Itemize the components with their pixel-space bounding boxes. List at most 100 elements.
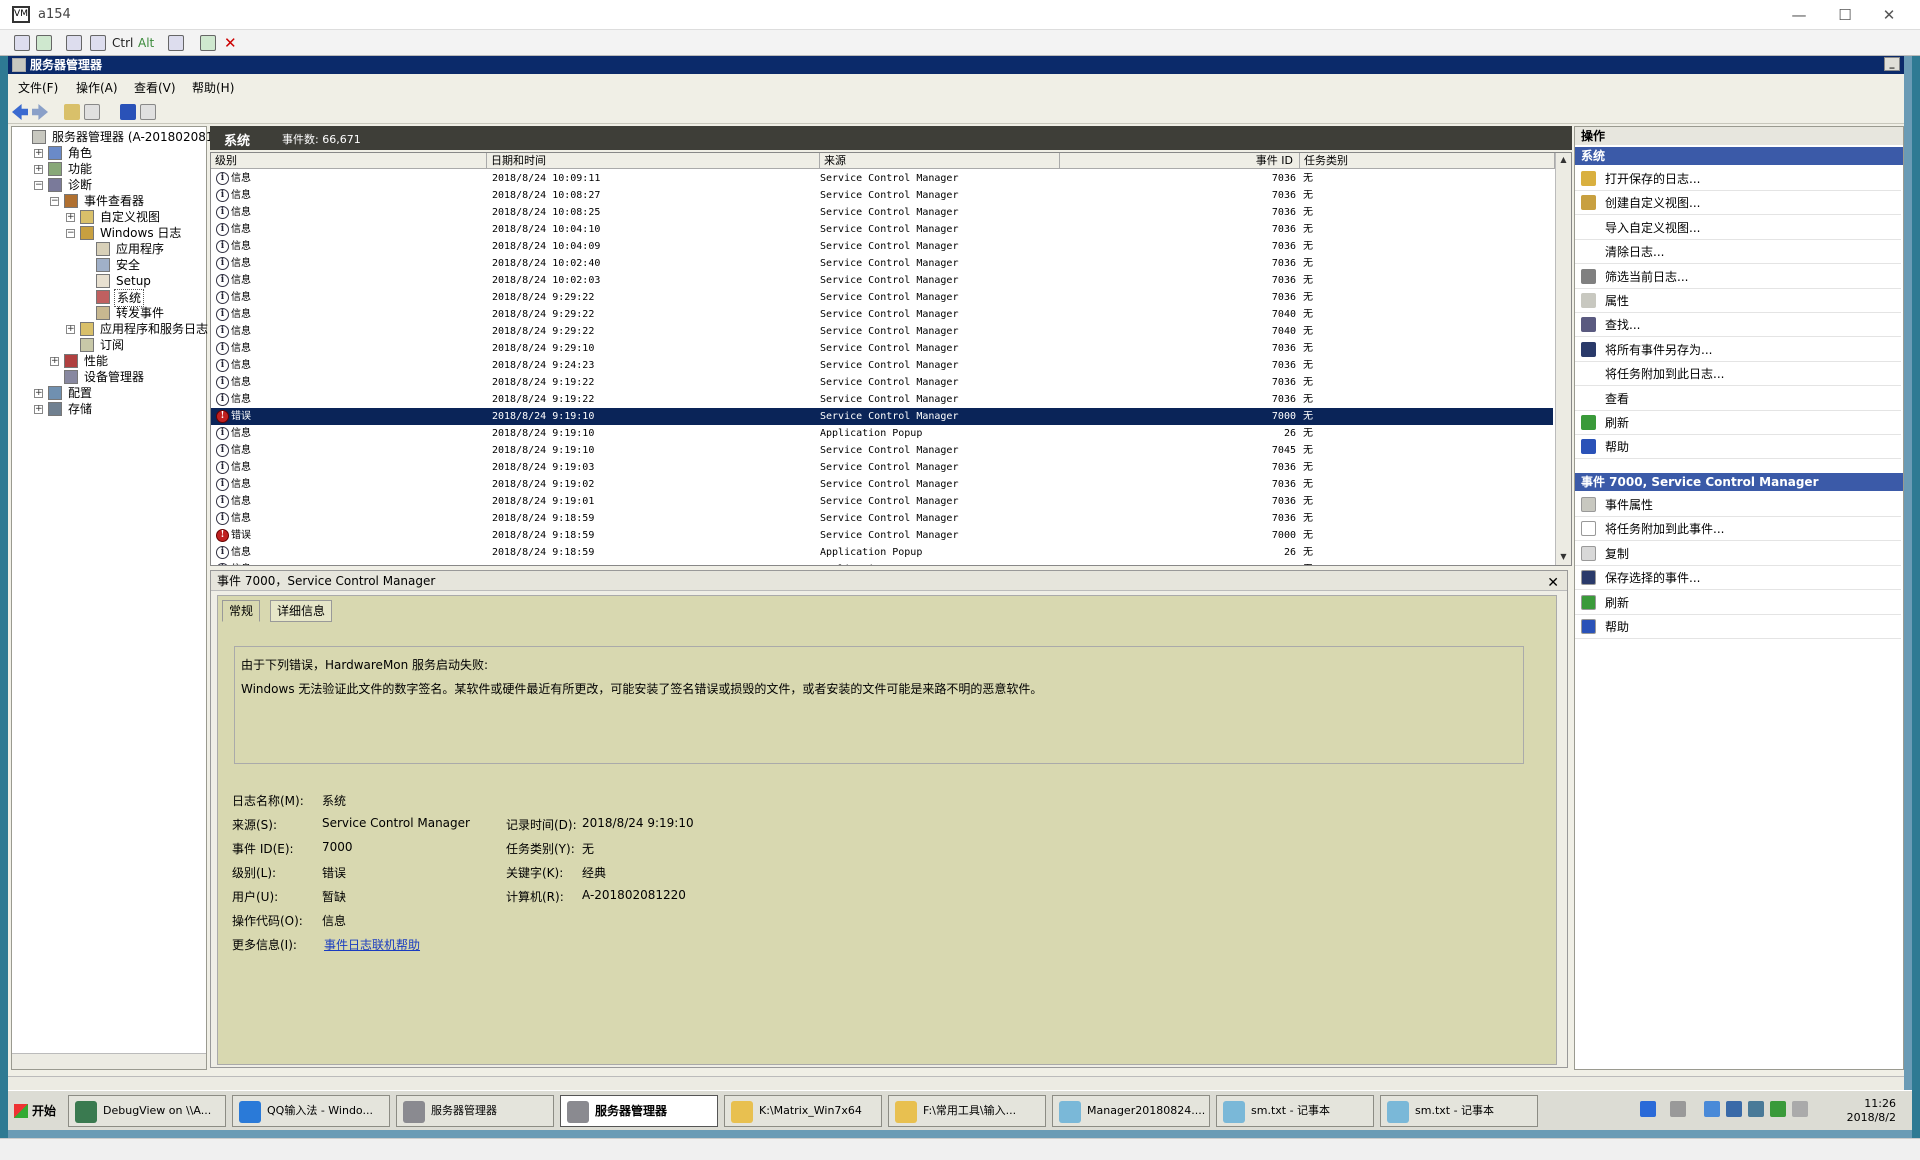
action-item[interactable]: 将所有事件另存为... xyxy=(1575,338,1901,362)
taskbar-button[interactable]: sm.txt - 记事本 xyxy=(1216,1095,1374,1127)
table-row[interactable]: i 信息 2018/8/24 10:02:03 Service Control Man… xyxy=(211,272,1553,289)
tree-item[interactable]: − 诊断 xyxy=(12,177,204,193)
show-hide-tree-icon[interactable] xyxy=(84,104,100,120)
table-row[interactable]: i 信息 2018/8/24 9:18:59 Service Control Mana… xyxy=(211,510,1553,527)
action-item[interactable]: 创建自定义视图... xyxy=(1575,191,1901,216)
expand-icon[interactable]: + xyxy=(34,389,43,398)
tree-item[interactable]: + 配置 xyxy=(12,385,204,401)
collapse-icon[interactable]: − xyxy=(34,181,43,190)
expand-icon[interactable]: + xyxy=(34,405,43,414)
table-row[interactable]: i 信息 2018/8/24 9:19:22 Service Control Mana… xyxy=(211,374,1553,391)
table-row[interactable]: i 信息 2018/8/24 9:19:02 Service Control Mana… xyxy=(211,476,1553,493)
close-button[interactable]: ✕ xyxy=(1866,4,1912,26)
sync-icon[interactable] xyxy=(1748,1101,1764,1117)
tree-item[interactable]: 转发事件 xyxy=(12,305,204,321)
table-row[interactable]: i 信息 2018/8/24 9:19:10 Service Control Mana… xyxy=(211,442,1553,459)
disconnect-icon[interactable]: ✕ xyxy=(224,34,237,52)
table-row[interactable]: i 信息 2018/8/24 9:19:01 Service Control Mana… xyxy=(211,493,1553,510)
table-row[interactable]: i信息 2018/8/24 9:18:59 Application Popup 26 无 xyxy=(211,561,1553,565)
menu-help[interactable]: 帮助(H) xyxy=(192,79,234,96)
online-help-link[interactable]: 事件日志联机帮助 xyxy=(324,936,420,953)
expand-icon[interactable]: + xyxy=(66,213,75,222)
tree-item[interactable]: + 存储 xyxy=(12,401,204,417)
action-item[interactable]: 刷新 xyxy=(1575,411,1901,435)
tree-scrollbar[interactable] xyxy=(12,1053,206,1069)
volume-icon[interactable] xyxy=(1792,1101,1808,1117)
tree-item[interactable]: 设备管理器 xyxy=(12,369,204,385)
column-source[interactable]: 来源 xyxy=(820,153,1060,169)
menu-file[interactable]: 文件(F) xyxy=(18,79,58,96)
fullscreen-icon[interactable] xyxy=(14,35,30,51)
start-button[interactable]: 开始 xyxy=(10,1097,66,1125)
rdp-horizontal-scrollbar[interactable] xyxy=(0,1138,1920,1160)
tree-item[interactable]: − Windows 日志 xyxy=(12,225,204,241)
action-item[interactable]: 筛选当前日志... xyxy=(1575,265,1901,289)
table-row[interactable]: i 信息 2018/8/24 9:29:22 Service Control Mana… xyxy=(211,323,1553,340)
up-folder-icon[interactable] xyxy=(64,104,80,120)
help-icon[interactable] xyxy=(120,104,136,120)
display-icon[interactable] xyxy=(1726,1101,1742,1117)
actions-section-event[interactable]: 事件 7000, Service Control Manager xyxy=(1575,473,1903,491)
expand-icon[interactable]: + xyxy=(34,165,43,174)
taskbar-button[interactable]: DebugView on \\A... xyxy=(68,1095,226,1127)
column-level[interactable]: 级别 xyxy=(211,153,487,169)
tree-item[interactable]: + 性能 xyxy=(12,353,204,369)
tree-item[interactable]: + 角色 xyxy=(12,145,204,161)
action-item[interactable]: 复制 xyxy=(1575,542,1901,566)
action-item[interactable]: 事件属性 xyxy=(1575,493,1901,517)
table-row[interactable]: i信息 2018/8/24 9:18:59 Application Popup 26 无 xyxy=(211,544,1553,561)
expand-icon[interactable]: + xyxy=(50,357,59,366)
table-row[interactable]: i 信息 2018/8/24 9:29:22 Service Control Mana… xyxy=(211,306,1553,323)
menu-view[interactable]: 查看(V) xyxy=(134,79,176,96)
tree-item[interactable]: 安全 xyxy=(12,257,204,273)
network-icon[interactable] xyxy=(1704,1101,1720,1117)
tree-item[interactable]: + 功能 xyxy=(12,161,204,177)
action-item[interactable]: 属性 xyxy=(1575,289,1901,313)
ctrl-button[interactable]: Ctrl xyxy=(112,34,133,52)
column-task-category[interactable]: 任务类别 xyxy=(1300,153,1555,169)
keyboard-icon[interactable] xyxy=(90,35,106,51)
table-row[interactable]: ! 错误 2018/8/24 9:18:59 Service Control Mana… xyxy=(211,527,1553,544)
action-item[interactable]: 帮助 xyxy=(1575,615,1901,639)
collapse-icon[interactable]: − xyxy=(66,229,75,238)
table-row[interactable]: i 信息 2018/8/24 10:04:10 Service Control Man… xyxy=(211,221,1553,238)
detail-close-icon[interactable]: ✕ xyxy=(1547,573,1559,593)
table-row[interactable]: i 信息 2018/8/24 9:24:23 Service Control Mana… xyxy=(211,357,1553,374)
table-row[interactable]: i 信息 2018/8/24 10:08:27 Service Control Man… xyxy=(211,187,1553,204)
link-icon[interactable] xyxy=(66,35,82,51)
maximize-button[interactable]: ☐ xyxy=(1822,4,1868,26)
table-row[interactable]: i 信息 2018/8/24 9:19:10 Application Popup 26 无 xyxy=(211,425,1553,442)
table-row[interactable]: i 信息 2018/8/24 10:09:11 Service Control Man… xyxy=(211,170,1553,187)
taskbar-button[interactable]: F:\常用工具\输入... xyxy=(888,1095,1046,1127)
taskbar-button[interactable]: K:\Matrix_Win7x64 xyxy=(724,1095,882,1127)
tree-item[interactable]: 应用程序 xyxy=(12,241,204,257)
expand-icon[interactable]: + xyxy=(66,325,75,334)
action-item[interactable]: 查看 xyxy=(1575,387,1901,411)
column-event-id[interactable]: 事件 ID xyxy=(1060,153,1300,169)
taskbar-button[interactable]: Manager20180824.... xyxy=(1052,1095,1210,1127)
action-item[interactable]: 清除日志... xyxy=(1575,240,1901,265)
taskbar-button[interactable]: sm.txt - 记事本 xyxy=(1380,1095,1538,1127)
action-item[interactable]: 将任务附加到此日志... xyxy=(1575,362,1901,387)
actions-section-system[interactable]: 系统 xyxy=(1575,147,1903,165)
table-row[interactable]: i 信息 2018/8/24 9:29:10 Service Control Mana… xyxy=(211,340,1553,357)
sm-minimize-button[interactable]: _ xyxy=(1884,57,1900,71)
table-row[interactable]: i 信息 2018/8/24 10:02:40 Service Control Man… xyxy=(211,255,1553,272)
table-row[interactable]: i 信息 2018/8/24 9:19:03 Service Control Mana… xyxy=(211,459,1553,476)
refresh-icon[interactable] xyxy=(36,35,52,51)
table-row[interactable]: ! 错误 2018/8/24 9:19:10 Service Control Mana… xyxy=(211,408,1553,425)
tree-item[interactable]: Setup xyxy=(12,273,204,289)
tree-item[interactable]: − 事件查看器 xyxy=(12,193,204,209)
copy-icon[interactable] xyxy=(168,35,184,51)
taskbar-button[interactable]: 服务器管理器 xyxy=(396,1095,554,1127)
forward-arrow-icon[interactable] xyxy=(32,104,48,120)
tab-details[interactable]: 详细信息 xyxy=(270,600,333,622)
tree-item[interactable]: 服务器管理器 (A-201802081220 xyxy=(12,129,236,145)
clock[interactable]: 11:26 2018/8/2 xyxy=(1847,1097,1896,1125)
action-item[interactable]: 保存选择的事件... xyxy=(1575,566,1901,591)
back-arrow-icon[interactable] xyxy=(12,104,28,120)
collapse-icon[interactable]: − xyxy=(50,197,59,206)
minimize-button[interactable]: — xyxy=(1776,4,1822,26)
tree-item[interactable]: + 应用程序和服务日志 xyxy=(12,321,208,337)
alt-button[interactable]: Alt xyxy=(138,34,154,52)
